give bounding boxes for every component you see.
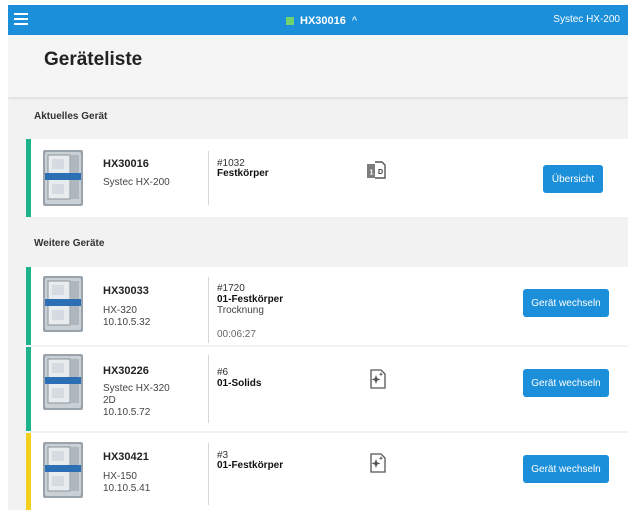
section-others-label: Weitere Geräte bbox=[34, 238, 105, 249]
top-bar: HX30016 ^ Systec HX-200 bbox=[8, 5, 628, 35]
device-name: HX30421 bbox=[103, 451, 149, 463]
current-device-name: HX30016 bbox=[300, 15, 346, 27]
1d-document-icon: 1 D bbox=[367, 161, 386, 179]
status-bar bbox=[26, 139, 31, 217]
svg-text:1: 1 bbox=[370, 170, 374, 177]
elapsed-time: 00:06:27 bbox=[217, 329, 256, 340]
autoclave-icon bbox=[42, 275, 84, 333]
switch-device-button[interactable]: Gerät wechseln bbox=[523, 369, 609, 397]
device-card: HX30033 HX-320 10.10.5.32 #1720 01-Festk… bbox=[26, 267, 628, 345]
status-dot-icon bbox=[286, 17, 294, 25]
process-phase: Trocknung bbox=[217, 305, 264, 316]
switch-device-button[interactable]: Gerät wechseln bbox=[523, 289, 609, 317]
status-bar bbox=[26, 267, 31, 345]
device-name: HX30033 bbox=[103, 285, 149, 297]
chevron-up-icon: ^ bbox=[351, 15, 358, 27]
divider bbox=[208, 443, 209, 505]
divider bbox=[208, 151, 209, 205]
svg-text:D: D bbox=[378, 169, 383, 176]
method-name: 01-Solids bbox=[217, 378, 262, 389]
method-name: 01-Festkörper bbox=[217, 294, 284, 305]
method-name: Festkörper bbox=[217, 168, 269, 179]
divider bbox=[208, 355, 209, 423]
page-title: Geräteliste bbox=[44, 49, 143, 70]
page-header: Geräteliste bbox=[8, 35, 628, 97]
device-ip: 10.10.5.32 bbox=[103, 317, 151, 328]
autoclave-icon bbox=[42, 353, 84, 411]
device-ip: 10.10.5.72 bbox=[103, 407, 151, 418]
status-bar bbox=[26, 347, 31, 431]
device-name: HX30226 bbox=[103, 365, 149, 377]
overview-button[interactable]: Übersicht bbox=[543, 165, 603, 193]
app-window: HX30016 ^ Systec HX-200 Geräteliste Aktu… bbox=[8, 5, 628, 510]
current-device-switcher[interactable]: HX30016 ^ bbox=[286, 13, 357, 29]
device-name: HX30016 bbox=[103, 158, 149, 170]
current-device-card: HX30016 Systec HX-200 #1032 Festkörper 1… bbox=[26, 139, 628, 217]
switch-device-button[interactable]: Gerät wechseln bbox=[523, 455, 609, 483]
status-bar bbox=[26, 433, 31, 510]
section-current-label: Aktuelles Gerät bbox=[34, 111, 108, 122]
device-variant: 2D bbox=[103, 395, 116, 406]
autoclave-icon bbox=[42, 441, 84, 499]
method-number: #6 bbox=[217, 367, 229, 378]
device-card: HX30226 Systec HX-320 2D 10.10.5.72 #6 0… bbox=[26, 347, 628, 431]
method-number: #1720 bbox=[217, 283, 245, 294]
autoclave-icon bbox=[42, 149, 84, 207]
sparkle-document-icon bbox=[370, 453, 386, 473]
device-card: HX30421 HX-150 10.10.5.41 #3 01-Festkörp… bbox=[26, 433, 628, 510]
sparkle-document-icon bbox=[370, 369, 386, 389]
device-model: Systec HX-320 bbox=[103, 383, 170, 394]
device-model: HX-320 bbox=[103, 305, 137, 316]
device-model: Systec HX-200 bbox=[103, 177, 170, 188]
method-name: 01-Festkörper bbox=[217, 460, 284, 471]
device-model: HX-150 bbox=[103, 471, 137, 482]
brand-label: Systec HX-200 bbox=[553, 14, 620, 25]
device-ip: 10.10.5.41 bbox=[103, 483, 151, 494]
hamburger-menu-icon[interactable] bbox=[14, 13, 28, 25]
divider bbox=[208, 277, 209, 343]
